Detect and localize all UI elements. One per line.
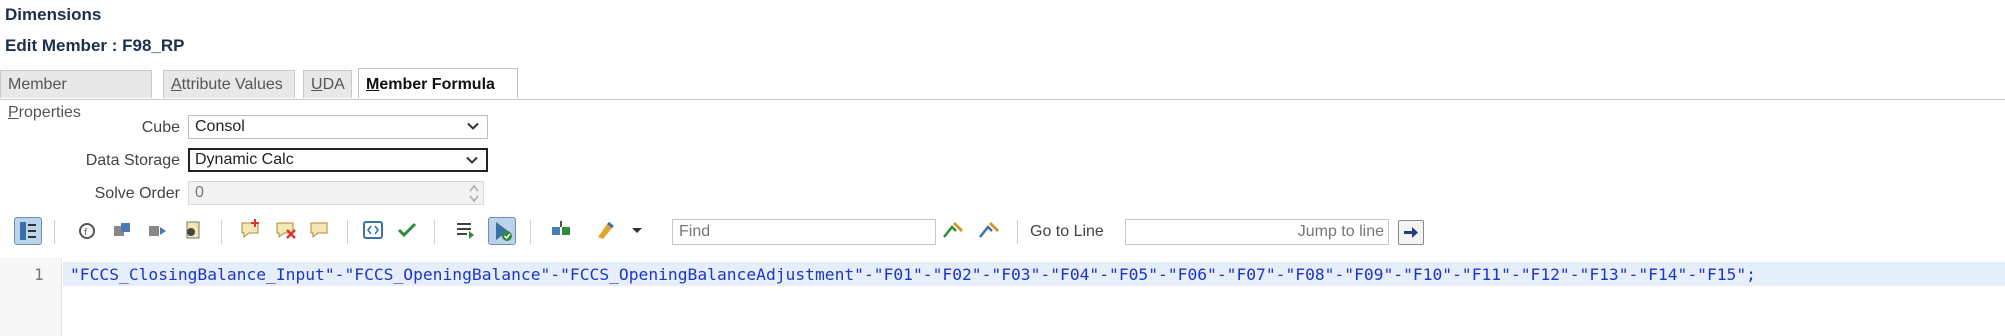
- tab-member-formula[interactable]: Member Formula: [358, 68, 518, 98]
- tab-label-pre: Member: [8, 76, 67, 93]
- chevron-down-icon: [467, 122, 479, 130]
- solve-order-value: 0: [195, 184, 204, 201]
- remove-comment-icon[interactable]: [273, 217, 301, 245]
- insert-member-icon[interactable]: [548, 217, 576, 245]
- smart-list-icon[interactable]: [144, 217, 172, 245]
- solve-order-stepper[interactable]: 0: [188, 181, 484, 205]
- member-select-icon[interactable]: [109, 217, 137, 245]
- data-storage-select[interactable]: Dynamic Calc: [188, 148, 488, 172]
- chevron-down-icon: [466, 156, 478, 164]
- page-header-title: Dimensions: [5, 5, 102, 24]
- comment-icon[interactable]: [307, 217, 335, 245]
- highlight-icon[interactable]: [593, 217, 621, 245]
- jump-go-button[interactable]: [1398, 220, 1424, 245]
- tab-attribute-values[interactable]: Attribute Values: [163, 70, 295, 98]
- toolbar-separator: [434, 220, 435, 244]
- editor-gutter: [0, 258, 62, 336]
- tab-label-post: DA: [322, 76, 345, 93]
- cube-select-value: Consol: [195, 118, 245, 135]
- validate-icon[interactable]: [394, 217, 422, 245]
- tab-label-mnemonic: U: [311, 76, 323, 93]
- find-previous-icon[interactable]: [976, 217, 1004, 245]
- data-storage-value: Dynamic Calc: [195, 151, 294, 168]
- line-number: 1: [34, 265, 44, 284]
- add-comment-icon[interactable]: [238, 217, 266, 245]
- find-input[interactable]: Find: [672, 219, 936, 245]
- toolbar-separator: [530, 220, 531, 244]
- tab-label-post: ttribute Values: [181, 76, 283, 93]
- jump-to-line-placeholder: Jump to line: [1297, 223, 1384, 240]
- toolbar-separator: [221, 220, 222, 244]
- tab-uda[interactable]: UDA: [303, 70, 352, 98]
- tab-label-mnemonic: A: [171, 76, 182, 93]
- find-next-icon[interactable]: [940, 217, 968, 245]
- decrement-icon[interactable]: [468, 194, 480, 203]
- tab-member-properties[interactable]: Member Properties: [0, 70, 152, 121]
- page-subtitle: Edit Member : F98_RP: [5, 36, 185, 55]
- tab-strip-divider: [0, 99, 2005, 100]
- toolbar-separator: [54, 220, 55, 244]
- dropdown-icon[interactable]: [627, 217, 647, 245]
- format-icon[interactable]: [452, 217, 480, 245]
- expand-icon[interactable]: [360, 217, 388, 245]
- tab-label-mnemonic: M: [366, 76, 380, 93]
- increment-icon[interactable]: [468, 184, 480, 193]
- toolbar-separator: [1017, 220, 1018, 244]
- svg-text:f: f: [84, 228, 88, 238]
- arrow-right-icon: [1404, 227, 1418, 238]
- go-to-line-label: Go to Line: [1030, 223, 1104, 240]
- line-numbers-toggle-icon[interactable]: [14, 217, 42, 245]
- tab-label-post: ember Formula: [379, 76, 495, 93]
- script-icon[interactable]: [180, 217, 208, 245]
- jump-to-line-input[interactable]: Jump to line: [1125, 219, 1389, 245]
- formula-code-line[interactable]: "FCCS_ClosingBalance_Input"-"FCCS_Openin…: [70, 265, 1756, 284]
- cube-label: Cube: [141, 119, 180, 136]
- data-storage-label: Data Storage: [85, 152, 180, 169]
- check-syntax-icon[interactable]: [488, 217, 516, 245]
- solve-order-label: Solve Order: [94, 185, 180, 202]
- function-icon[interactable]: f: [74, 217, 102, 245]
- toolbar-separator: [347, 220, 348, 244]
- find-placeholder: Find: [679, 223, 711, 240]
- cube-select[interactable]: Consol: [188, 115, 488, 139]
